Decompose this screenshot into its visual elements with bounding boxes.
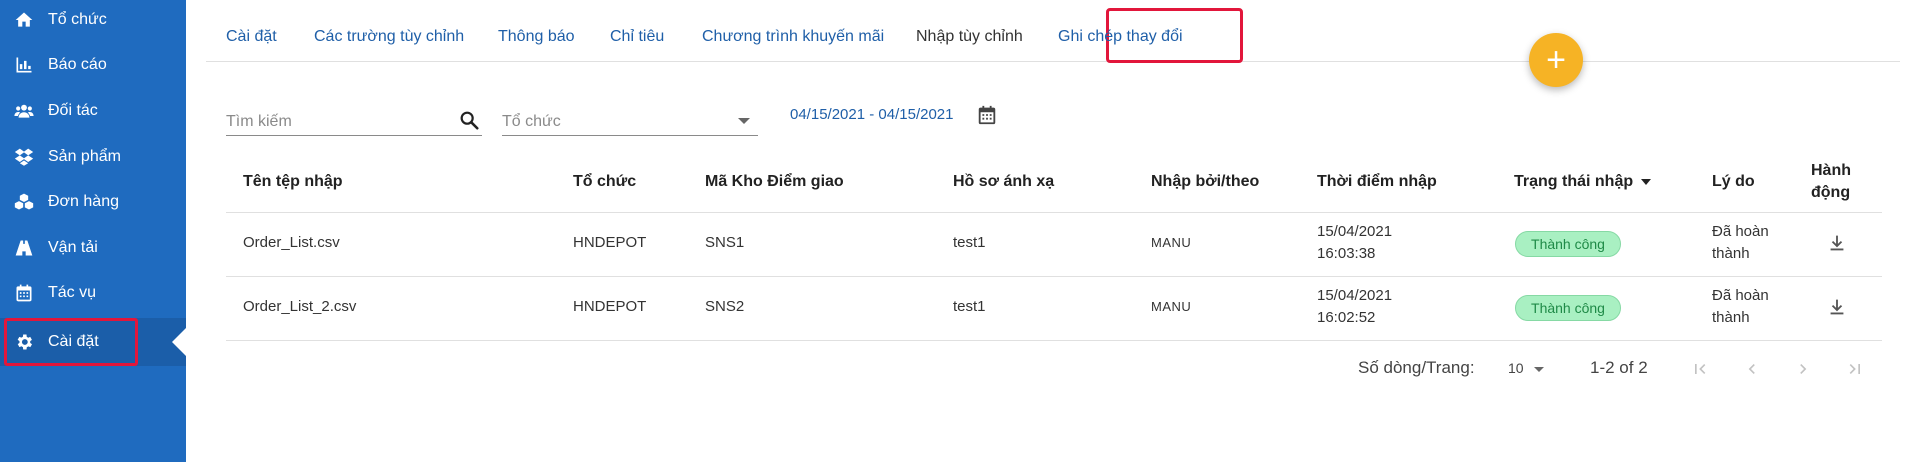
sidebar-item-products[interactable]: Sản phẩm [0,137,186,177]
column-header-label: Trạng thái nhập [1514,173,1634,190]
boxes-icon [0,192,48,212]
cell-location: SNS1 [705,234,745,251]
column-header-file[interactable]: Tên tệp nhập [243,173,343,191]
rows-per-page-select[interactable]: 10 [1508,360,1544,376]
home-icon [0,10,48,30]
cell-import-date: 15/04/2021 [1317,223,1393,240]
bar-chart-icon [0,55,48,75]
chevron-left-icon [1748,364,1755,374]
search-input[interactable] [226,104,482,134]
cell-file: Order_List.csv [243,234,340,251]
sidebar-item-label: Vận tải [48,239,98,256]
sidebar-item-label: Tác vụ [48,284,97,301]
download-icon[interactable] [1826,232,1848,254]
rows-per-page-label: Số dòng/Trang: [1358,358,1475,377]
row-divider [226,276,1882,277]
last-page-button[interactable] [1843,357,1867,381]
status-badge: Thành công [1515,295,1621,321]
date-range-picker[interactable]: 04/15/2021 - 04/15/2021 [790,106,953,123]
cell-import-time: 16:02:52 [1317,309,1376,326]
sidebar-item-label: Báo cáo [48,56,107,73]
calendar-icon[interactable] [976,104,998,126]
first-page-button[interactable] [1688,357,1712,381]
previous-page-button[interactable] [1740,357,1764,381]
road-icon [0,238,48,258]
cell-file: Order_List_2.csv [243,298,357,315]
status-badge: Thành công [1515,231,1621,257]
column-header-import-status[interactable]: Trạng thái nhập [1514,173,1652,191]
column-header-profile[interactable]: Hồ sơ ánh xạ [953,173,1054,191]
cell-import-date: 15/04/2021 [1317,287,1393,304]
tab-change-log[interactable]: Ghi chép thay đổi [1058,28,1183,46]
cell-reason-line1: Đã hoàn [1712,287,1769,304]
tab-custom-import[interactable]: Nhập tùy chỉnh [916,28,1023,46]
search-field [226,104,482,136]
row-divider [226,212,1882,213]
next-page-button[interactable] [1791,357,1815,381]
column-header-location[interactable]: Mã Kho Điểm giao [705,173,844,191]
cell-imported-by: MANU [1151,299,1192,314]
column-header-action-line1: Hành [1811,162,1851,179]
sidebar-item-transport[interactable]: Vận tải [0,228,186,268]
sort-desc-icon [1641,178,1652,185]
people-icon [0,101,48,121]
organization-select[interactable] [502,104,758,136]
cell-reason-line1: Đã hoàn [1712,223,1769,240]
tab-bar: Cài đặt Các trường tùy chỉnh Thông báo C… [206,0,1900,63]
cell-profile: test1 [953,298,986,315]
sidebar-item-orders[interactable]: Đơn hàng [0,182,186,222]
sidebar-item-settings[interactable]: Cài đặt [0,318,186,366]
column-header-import-time[interactable]: Thời điểm nhập [1317,173,1437,191]
calendar-icon [0,283,48,303]
tab-settings[interactable]: Cài đặt [226,28,277,46]
column-header-reason[interactable]: Lý do [1712,173,1755,191]
sidebar-item-label: Đơn hàng [48,193,119,210]
chevron-right-icon [1800,364,1807,374]
cell-imported-by: MANU [1151,235,1192,250]
cell-location: SNS2 [705,298,745,315]
cell-reason-line2: thành [1712,309,1750,326]
cell-organization: HNDEPOT [573,234,647,251]
first-page-icon [1695,364,1706,374]
tab-promotions[interactable]: Chương trình khuyến mãi [702,28,884,46]
dropdown-arrow-icon [738,118,750,124]
plus-icon: + [1546,41,1566,79]
column-header-action-line2: động [1811,184,1851,201]
cell-profile: test1 [953,234,986,251]
cell-organization: HNDEPOT [573,298,647,315]
last-page-icon [1849,364,1860,374]
column-header-imported-by[interactable]: Nhập bởi/theo [1151,173,1259,191]
cell-reason-line2: thành [1712,245,1750,262]
page-range-text: 1-2 of 2 [1590,358,1648,377]
tab-custom-fields[interactable]: Các trường tùy chỉnh [314,28,464,46]
sidebar-item-label: Tổ chức [48,11,107,28]
row-divider [226,340,1882,341]
sidebar-item-label: Cài đặt [48,333,99,350]
cell-import-time: 16:03:38 [1317,245,1376,262]
tab-targets[interactable]: Chỉ tiêu [610,28,664,46]
sidebar-item-organization[interactable]: Tổ chức [0,0,186,40]
sidebar-item-label: Sản phẩm [48,148,121,165]
sidebar-item-tasks[interactable]: Tác vụ [0,273,186,313]
sidebar-item-reports[interactable]: Báo cáo [0,45,186,85]
sidebar-item-partners[interactable]: Đối tác [0,91,186,131]
gear-icon [0,332,48,352]
add-fab-button[interactable]: + [1529,33,1583,87]
tab-notifications[interactable]: Thông báo [498,28,575,46]
column-header-organization[interactable]: Tổ chức [573,173,636,191]
sidebar: Tổ chức Báo cáo Đối tác Sản phẩm Đơn hàn… [0,0,186,462]
dropbox-icon [0,147,48,167]
rows-per-page-value: 10 [1508,360,1524,376]
dropdown-arrow-icon [1533,366,1544,372]
organization-input[interactable] [502,104,758,134]
sidebar-item-label: Đối tác [48,102,98,119]
download-icon[interactable] [1826,296,1848,318]
search-icon[interactable] [458,109,480,131]
